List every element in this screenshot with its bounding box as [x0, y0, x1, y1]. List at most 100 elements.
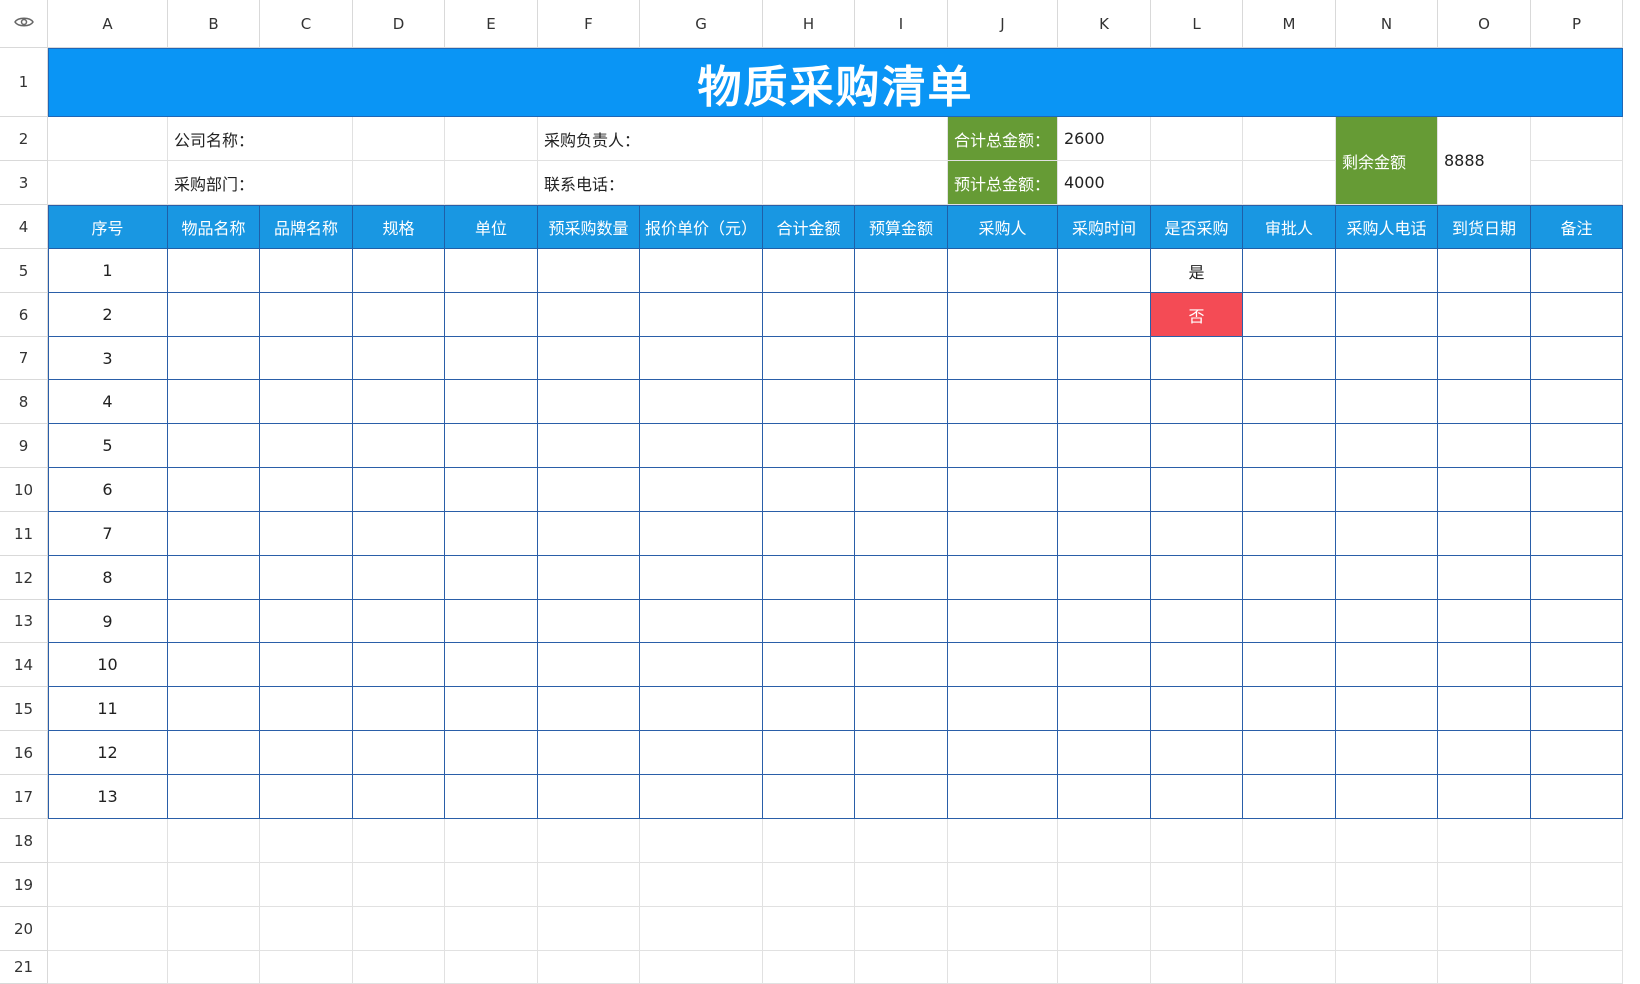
table-cell-A9[interactable]: 5 [48, 424, 168, 468]
table-cell-O14[interactable] [1438, 643, 1531, 687]
table-cell-C5[interactable] [260, 249, 353, 293]
column-header-C[interactable]: C [260, 0, 353, 48]
table-cell-D9[interactable] [353, 424, 445, 468]
cell-F21[interactable] [538, 951, 640, 984]
table-cell-F12[interactable] [538, 556, 640, 600]
phone-label[interactable]: 联系电话： [538, 161, 763, 205]
cell-P18[interactable] [1531, 819, 1623, 863]
cell-L2[interactable] [1151, 117, 1243, 161]
table-cell-J10[interactable] [948, 468, 1058, 512]
table-header-G[interactable]: 报价单价（元） [640, 205, 763, 249]
table-cell-A6[interactable]: 2 [48, 293, 168, 337]
table-cell-B5[interactable] [168, 249, 260, 293]
table-cell-I5[interactable] [855, 249, 948, 293]
table-cell-C17[interactable] [260, 775, 353, 819]
cell-G21[interactable] [640, 951, 763, 984]
cell-L18[interactable] [1151, 819, 1243, 863]
cell-O21[interactable] [1438, 951, 1531, 984]
column-header-N[interactable]: N [1336, 0, 1438, 48]
column-header-H[interactable]: H [763, 0, 855, 48]
cell-B18[interactable] [168, 819, 260, 863]
table-cell-O8[interactable] [1438, 380, 1531, 424]
total-amount-value[interactable]: 2600 [1058, 117, 1151, 161]
table-cell-O17[interactable] [1438, 775, 1531, 819]
table-cell-L5[interactable]: 是 [1151, 249, 1243, 293]
cell-F20[interactable] [538, 907, 640, 951]
table-cell-E12[interactable] [445, 556, 538, 600]
table-cell-N5[interactable] [1336, 249, 1438, 293]
table-cell-B9[interactable] [168, 424, 260, 468]
table-cell-N8[interactable] [1336, 380, 1438, 424]
cell-G18[interactable] [640, 819, 763, 863]
cell-A2[interactable] [48, 117, 168, 161]
table-cell-A14[interactable]: 10 [48, 643, 168, 687]
table-cell-B10[interactable] [168, 468, 260, 512]
column-header-A[interactable]: A [48, 0, 168, 48]
sheet-title[interactable]: 物质采购清单 [48, 48, 1623, 117]
manager-label[interactable]: 采购负责人： [538, 117, 763, 161]
table-cell-B6[interactable] [168, 293, 260, 337]
table-cell-J15[interactable] [948, 687, 1058, 731]
table-cell-B12[interactable] [168, 556, 260, 600]
row-header-10[interactable]: 10 [0, 468, 48, 512]
table-header-M[interactable]: 审批人 [1243, 205, 1336, 249]
table-cell-D11[interactable] [353, 512, 445, 556]
cell-J18[interactable] [948, 819, 1058, 863]
row-header-2[interactable]: 2 [0, 117, 48, 161]
table-cell-P17[interactable] [1531, 775, 1623, 819]
table-header-F[interactable]: 预采购数量 [538, 205, 640, 249]
table-cell-C7[interactable] [260, 337, 353, 380]
table-cell-M10[interactable] [1243, 468, 1336, 512]
column-header-L[interactable]: L [1151, 0, 1243, 48]
cell-A19[interactable] [48, 863, 168, 907]
table-cell-M14[interactable] [1243, 643, 1336, 687]
table-cell-K17[interactable] [1058, 775, 1151, 819]
cell-L3[interactable] [1151, 161, 1243, 205]
remaining-amount-label[interactable]: 剩余金额 [1336, 117, 1438, 205]
row-header-21[interactable]: 21 [0, 951, 48, 984]
column-header-P[interactable]: P [1531, 0, 1623, 48]
cell-B21[interactable] [168, 951, 260, 984]
table-cell-K16[interactable] [1058, 731, 1151, 775]
table-cell-B13[interactable] [168, 600, 260, 643]
table-cell-I7[interactable] [855, 337, 948, 380]
table-cell-K15[interactable] [1058, 687, 1151, 731]
table-cell-H5[interactable] [763, 249, 855, 293]
table-cell-H11[interactable] [763, 512, 855, 556]
table-cell-D15[interactable] [353, 687, 445, 731]
table-cell-D5[interactable] [353, 249, 445, 293]
cell-F18[interactable] [538, 819, 640, 863]
table-cell-D17[interactable] [353, 775, 445, 819]
cell-I3[interactable] [855, 161, 948, 205]
table-cell-C9[interactable] [260, 424, 353, 468]
cell-D20[interactable] [353, 907, 445, 951]
cell-I2[interactable] [855, 117, 948, 161]
table-cell-F5[interactable] [538, 249, 640, 293]
table-cell-L16[interactable] [1151, 731, 1243, 775]
table-cell-P6[interactable] [1531, 293, 1623, 337]
table-header-B[interactable]: 物品名称 [168, 205, 260, 249]
table-cell-J9[interactable] [948, 424, 1058, 468]
table-cell-H9[interactable] [763, 424, 855, 468]
table-cell-J8[interactable] [948, 380, 1058, 424]
table-cell-L14[interactable] [1151, 643, 1243, 687]
table-cell-D7[interactable] [353, 337, 445, 380]
table-cell-G14[interactable] [640, 643, 763, 687]
cell-A20[interactable] [48, 907, 168, 951]
cell-I19[interactable] [855, 863, 948, 907]
table-cell-F14[interactable] [538, 643, 640, 687]
select-all-corner[interactable] [0, 0, 48, 48]
cell-P20[interactable] [1531, 907, 1623, 951]
table-cell-G13[interactable] [640, 600, 763, 643]
table-cell-O10[interactable] [1438, 468, 1531, 512]
table-cell-N9[interactable] [1336, 424, 1438, 468]
table-cell-K10[interactable] [1058, 468, 1151, 512]
table-cell-E15[interactable] [445, 687, 538, 731]
remaining-amount-value[interactable]: 8888 [1438, 117, 1531, 205]
table-cell-K12[interactable] [1058, 556, 1151, 600]
table-cell-E17[interactable] [445, 775, 538, 819]
table-cell-K6[interactable] [1058, 293, 1151, 337]
cell-D2[interactable] [353, 117, 445, 161]
table-cell-K5[interactable] [1058, 249, 1151, 293]
table-cell-G6[interactable] [640, 293, 763, 337]
